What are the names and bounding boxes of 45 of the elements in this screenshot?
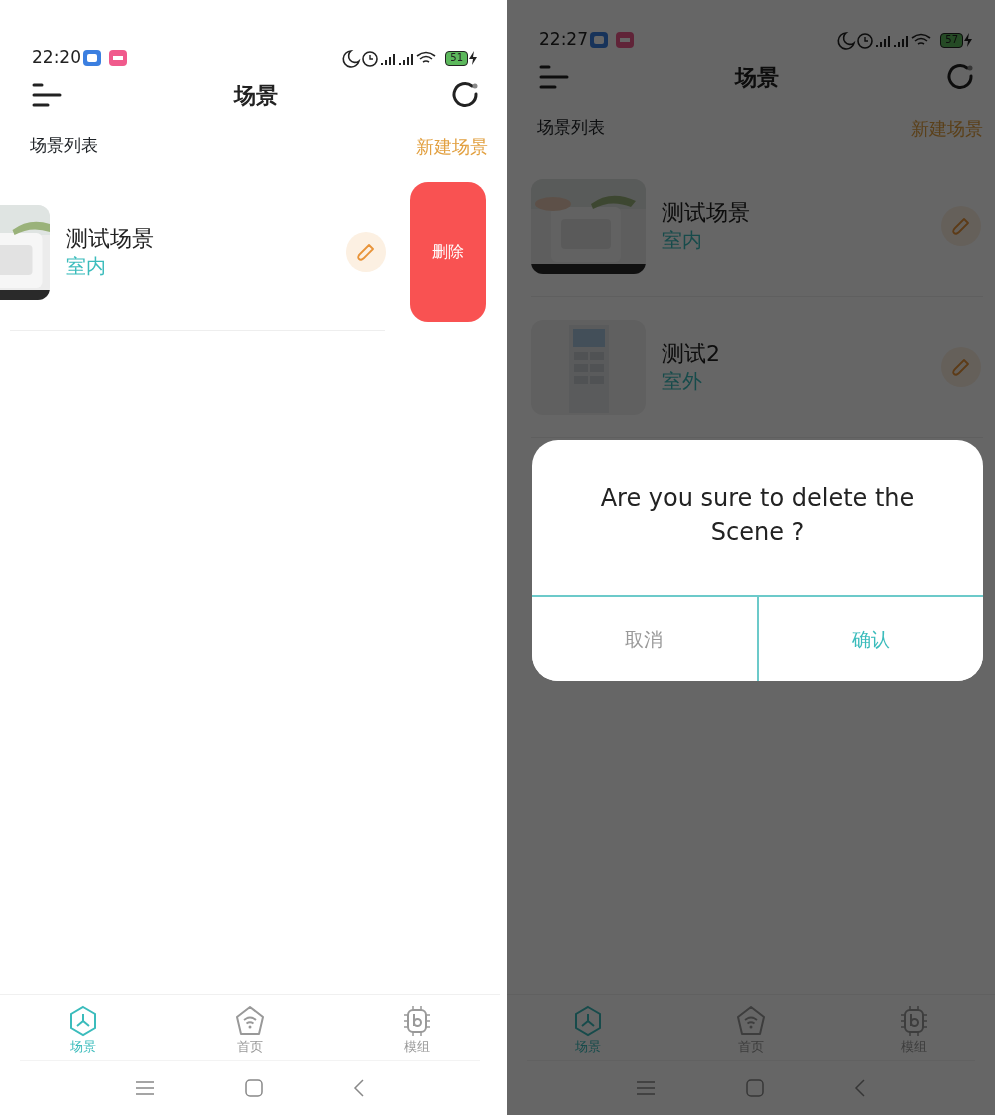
scene-name: 测试场景 bbox=[66, 224, 155, 253]
status-time: 22:27 bbox=[539, 28, 588, 52]
pencil-icon bbox=[951, 357, 971, 377]
menu-icon[interactable] bbox=[135, 1080, 155, 1096]
scene-tab[interactable]: 场景 bbox=[548, 1005, 629, 1060]
home-icon[interactable] bbox=[746, 1079, 764, 1097]
home-tab[interactable]: 首页 bbox=[210, 1005, 290, 1060]
confirm-button[interactable]: 确认 bbox=[756, 597, 983, 682]
section-label: 场景列表 bbox=[537, 116, 605, 140]
scene-name: 测试场景 bbox=[662, 198, 751, 227]
edit-button[interactable] bbox=[941, 347, 981, 387]
scene-location: 室内 bbox=[66, 253, 107, 280]
status-time: 22:20 bbox=[32, 46, 81, 70]
hexagon-icon bbox=[68, 1005, 99, 1037]
moon-icon bbox=[341, 47, 362, 69]
chip-icon bbox=[898, 1005, 929, 1037]
dialog-message: Are you sure to delete the Scene ? bbox=[599, 483, 916, 548]
wifi-icon bbox=[235, 1005, 265, 1037]
edit-button[interactable] bbox=[346, 232, 386, 272]
page-title: 场景 bbox=[234, 81, 278, 110]
section-label: 场景列表 bbox=[30, 134, 98, 158]
new-scene-link[interactable]: 新建场景 bbox=[911, 114, 983, 142]
scene-tab[interactable]: 场景 bbox=[43, 1005, 124, 1060]
new-scene-link[interactable]: 新建场景 bbox=[416, 132, 488, 160]
back-icon[interactable] bbox=[353, 1079, 365, 1097]
scene-location: 室内 bbox=[662, 227, 703, 254]
scene-name: 测试2 bbox=[662, 339, 721, 368]
edit-button[interactable] bbox=[941, 206, 981, 246]
wifi-icon bbox=[736, 1005, 766, 1037]
menu-icon[interactable] bbox=[636, 1080, 656, 1096]
pencil-icon bbox=[951, 216, 971, 236]
battery-level: 57 bbox=[940, 32, 963, 48]
battery-level: 51 bbox=[445, 50, 468, 66]
chip-icon bbox=[401, 1005, 432, 1037]
home-icon[interactable] bbox=[245, 1079, 263, 1097]
pencil-icon bbox=[356, 242, 376, 262]
page-title: 场景 bbox=[735, 63, 779, 92]
module-tab[interactable]: 模组 bbox=[376, 1005, 457, 1060]
hexagon-icon bbox=[573, 1005, 604, 1037]
delete-button[interactable]: 删除 bbox=[410, 182, 486, 322]
moon-icon bbox=[836, 29, 857, 51]
refresh-button[interactable] bbox=[450, 80, 480, 110]
scene-location: 室外 bbox=[662, 368, 703, 395]
back-icon[interactable] bbox=[854, 1079, 866, 1097]
menu-button[interactable] bbox=[32, 82, 62, 108]
